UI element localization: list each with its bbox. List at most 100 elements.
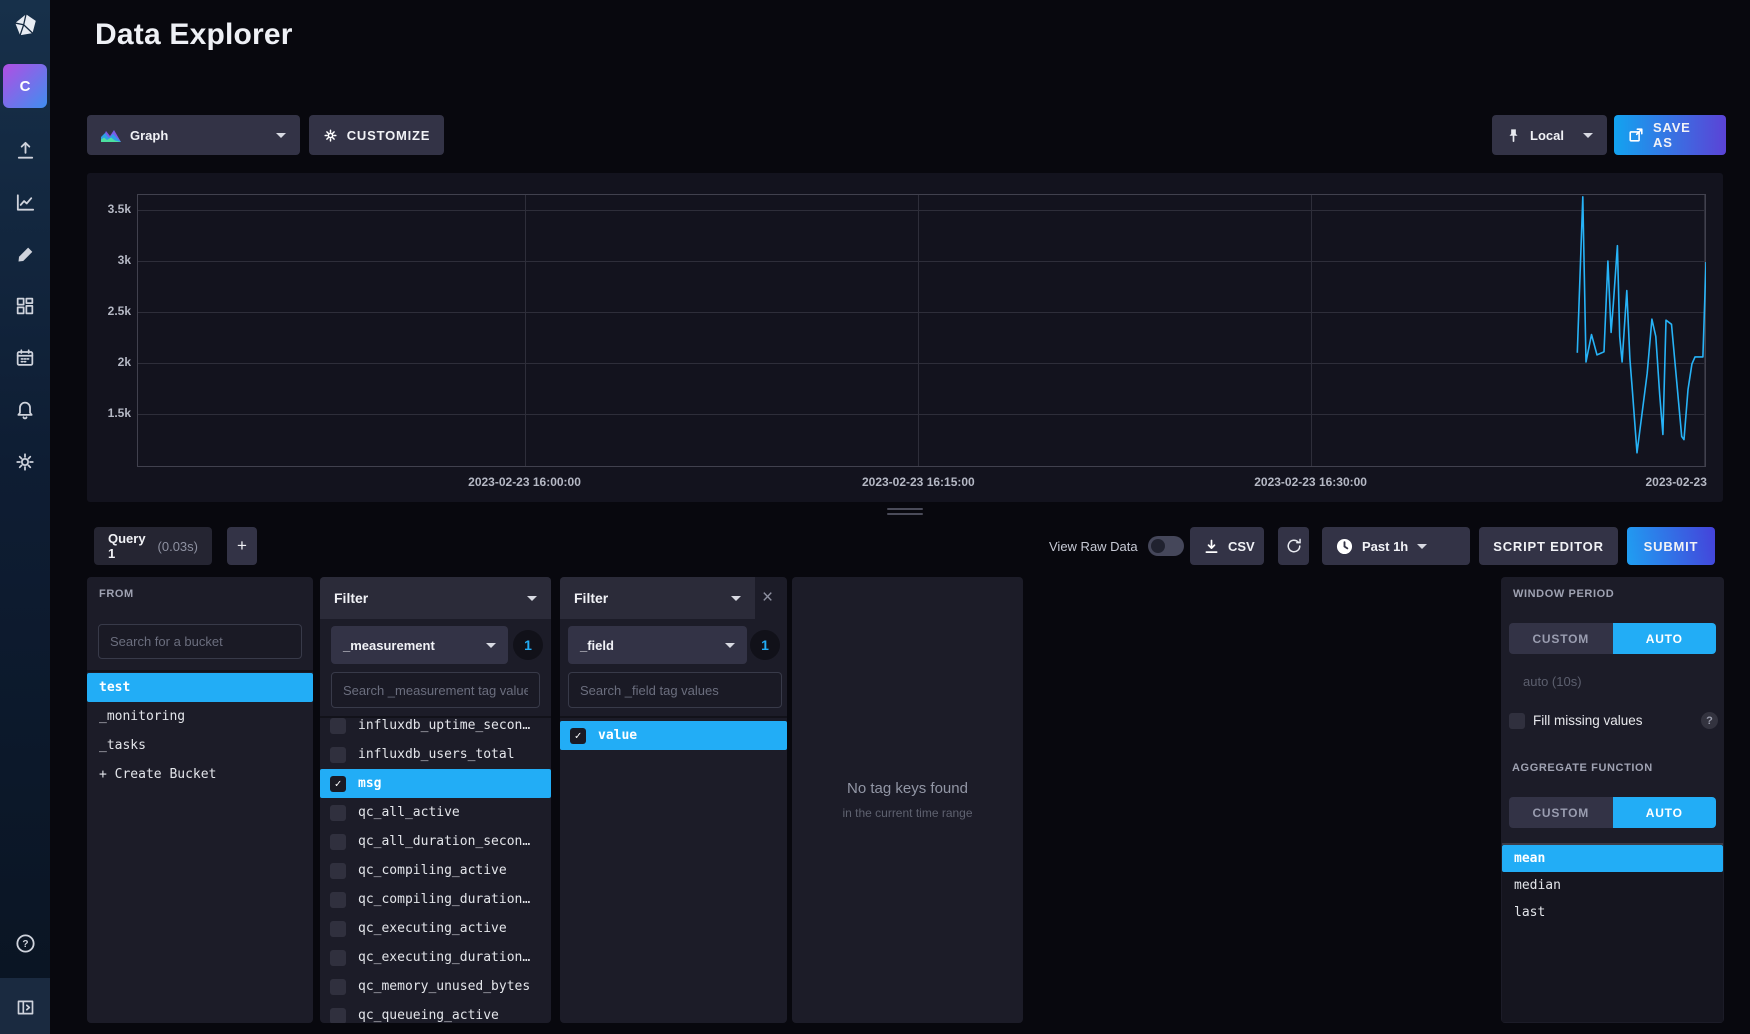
settings-gear-icon[interactable]: [0, 437, 50, 487]
tag-key-select-measurement[interactable]: _measurement: [331, 626, 508, 664]
help-tooltip-icon[interactable]: ?: [1701, 712, 1718, 729]
filter-type-dropdown[interactable]: Filter: [560, 577, 755, 619]
chart-plot[interactable]: [137, 194, 1706, 467]
submit-button[interactable]: SUBMIT: [1627, 527, 1715, 565]
measurement-item[interactable]: qc_compiling_active: [320, 856, 551, 885]
refresh-button[interactable]: [1278, 527, 1309, 565]
measurement-item[interactable]: qc_all_active: [320, 798, 551, 827]
aggregate-auto-button[interactable]: AUTO: [1613, 797, 1717, 828]
panel-resize-handle[interactable]: [887, 508, 923, 516]
field-search-input[interactable]: [568, 672, 782, 708]
graph-type-dropdown[interactable]: Graph: [87, 115, 300, 155]
customize-label: CUSTOMIZE: [347, 128, 431, 143]
checkbox-checked-icon[interactable]: ✓: [330, 776, 346, 792]
from-panel: FROM test _monitoring _tasks + Create Bu…: [87, 577, 313, 1023]
measurement-item[interactable]: qc_all_duration_secon…: [320, 827, 551, 856]
measurement-search-input[interactable]: [331, 672, 540, 708]
query-tab[interactable]: Query 1 (0.03s): [94, 527, 212, 565]
save-as-label: SAVE AS: [1653, 120, 1712, 150]
local-dropdown[interactable]: Local: [1492, 115, 1607, 155]
measurement-item[interactable]: qc_compiling_duration…: [320, 885, 551, 914]
area-chart-icon: [101, 128, 121, 143]
aggregate-item-last[interactable]: last: [1502, 899, 1723, 926]
aggregate-custom-button[interactable]: CUSTOM: [1509, 797, 1613, 828]
checkbox-icon[interactable]: [330, 950, 346, 966]
alerts-bell-icon[interactable]: [0, 385, 50, 435]
avatar[interactable]: C: [3, 64, 47, 108]
y-axis-tick: 1.5k: [87, 406, 131, 420]
y-axis-tick: 3k: [87, 253, 131, 267]
script-editor-button[interactable]: SCRIPT EDITOR: [1479, 527, 1618, 565]
data-explorer-icon[interactable]: [0, 177, 50, 227]
bucket-item-tasks[interactable]: _tasks: [87, 731, 313, 760]
filter-type-dropdown[interactable]: Filter: [320, 577, 551, 619]
checkbox-icon[interactable]: [330, 979, 346, 995]
checkbox-icon[interactable]: [330, 1008, 346, 1024]
bucket-search-input[interactable]: [98, 624, 302, 659]
export-icon: [1628, 127, 1644, 143]
measurement-item[interactable]: qc_queueing_active: [320, 1001, 551, 1023]
aggregate-function-title: AGGREGATE FUNCTION: [1512, 762, 1653, 774]
checkbox-icon[interactable]: [330, 921, 346, 937]
checkbox-icon[interactable]: [330, 863, 346, 879]
selected-count-badge: 1: [513, 630, 543, 660]
chevron-down-icon: [527, 596, 537, 601]
checkbox-icon[interactable]: [330, 834, 346, 850]
y-axis-tick: 2.5k: [87, 304, 131, 318]
toggle-knob: [1151, 539, 1165, 553]
tag-key-select-field[interactable]: _field: [568, 626, 747, 664]
expand-sidebar-icon[interactable]: [0, 982, 50, 1032]
csv-label: CSV: [1228, 539, 1255, 554]
csv-download-button[interactable]: CSV: [1190, 527, 1264, 565]
aggregate-item-mean[interactable]: mean: [1502, 845, 1723, 872]
notebooks-pencil-icon[interactable]: [0, 229, 50, 279]
create-bucket-button[interactable]: + Create Bucket: [87, 760, 313, 789]
chevron-down-icon: [276, 133, 286, 138]
time-range-dropdown[interactable]: Past 1h: [1322, 527, 1470, 565]
time-range-label: Past 1h: [1362, 539, 1408, 554]
help-question-icon[interactable]: ?: [0, 918, 50, 968]
divider: [87, 670, 313, 672]
filter-header-label: Filter: [574, 590, 608, 606]
chevron-down-icon: [731, 596, 741, 601]
tasks-calendar-icon[interactable]: [0, 333, 50, 383]
aggregate-item-median[interactable]: median: [1502, 872, 1723, 899]
chevron-down-icon: [486, 643, 496, 648]
save-as-button[interactable]: SAVE AS: [1614, 115, 1726, 155]
checkbox-icon[interactable]: [330, 892, 346, 908]
aggregate-mode-toggle: CUSTOM AUTO: [1509, 797, 1716, 828]
bucket-item-test[interactable]: test: [87, 673, 313, 702]
pin-icon: [1506, 128, 1521, 143]
customize-button[interactable]: CUSTOMIZE: [309, 115, 444, 155]
field-filter-panel: Filter × _field 1 ✓value: [560, 577, 787, 1023]
add-query-button[interactable]: +: [227, 527, 257, 565]
y-axis-tick: 2k: [87, 355, 131, 369]
upload-icon[interactable]: [0, 125, 50, 175]
influxdata-logo-icon: [0, 0, 50, 50]
measurement-item[interactable]: qc_executing_active: [320, 914, 551, 943]
measurement-item[interactable]: influxdb_users_total: [320, 740, 551, 769]
checkbox-icon[interactable]: [330, 718, 346, 734]
query-tab-label: Query 1: [108, 531, 149, 561]
page-title: Data Explorer: [95, 18, 293, 52]
local-label: Local: [1530, 128, 1564, 143]
checkbox-checked-icon[interactable]: ✓: [570, 728, 586, 744]
window-auto-button[interactable]: AUTO: [1613, 623, 1717, 654]
dashboards-grid-icon[interactable]: [0, 281, 50, 331]
fill-missing-checkbox[interactable]: [1509, 713, 1525, 729]
measurement-item-msg[interactable]: ✓msg: [320, 769, 551, 798]
query-duration: (0.03s): [158, 539, 198, 554]
measurement-item[interactable]: qc_executing_duration…: [320, 943, 551, 972]
y-axis-tick: 3.5k: [87, 202, 131, 216]
measurement-item[interactable]: qc_memory_unused_bytes: [320, 972, 551, 1001]
checkbox-icon[interactable]: [330, 805, 346, 821]
bucket-item-monitoring[interactable]: _monitoring: [87, 702, 313, 731]
measurement-item[interactable]: influxdb_uptime_secon…: [320, 718, 551, 740]
x-axis-tick: 2023-02-23 16:30:00: [1254, 475, 1367, 489]
field-item-value[interactable]: ✓value: [560, 721, 787, 750]
close-filter-icon[interactable]: ×: [762, 588, 773, 607]
filter-header-label: Filter: [334, 590, 368, 606]
view-raw-data-toggle[interactable]: [1148, 536, 1184, 556]
window-custom-button[interactable]: CUSTOM: [1509, 623, 1613, 654]
checkbox-icon[interactable]: [330, 747, 346, 763]
